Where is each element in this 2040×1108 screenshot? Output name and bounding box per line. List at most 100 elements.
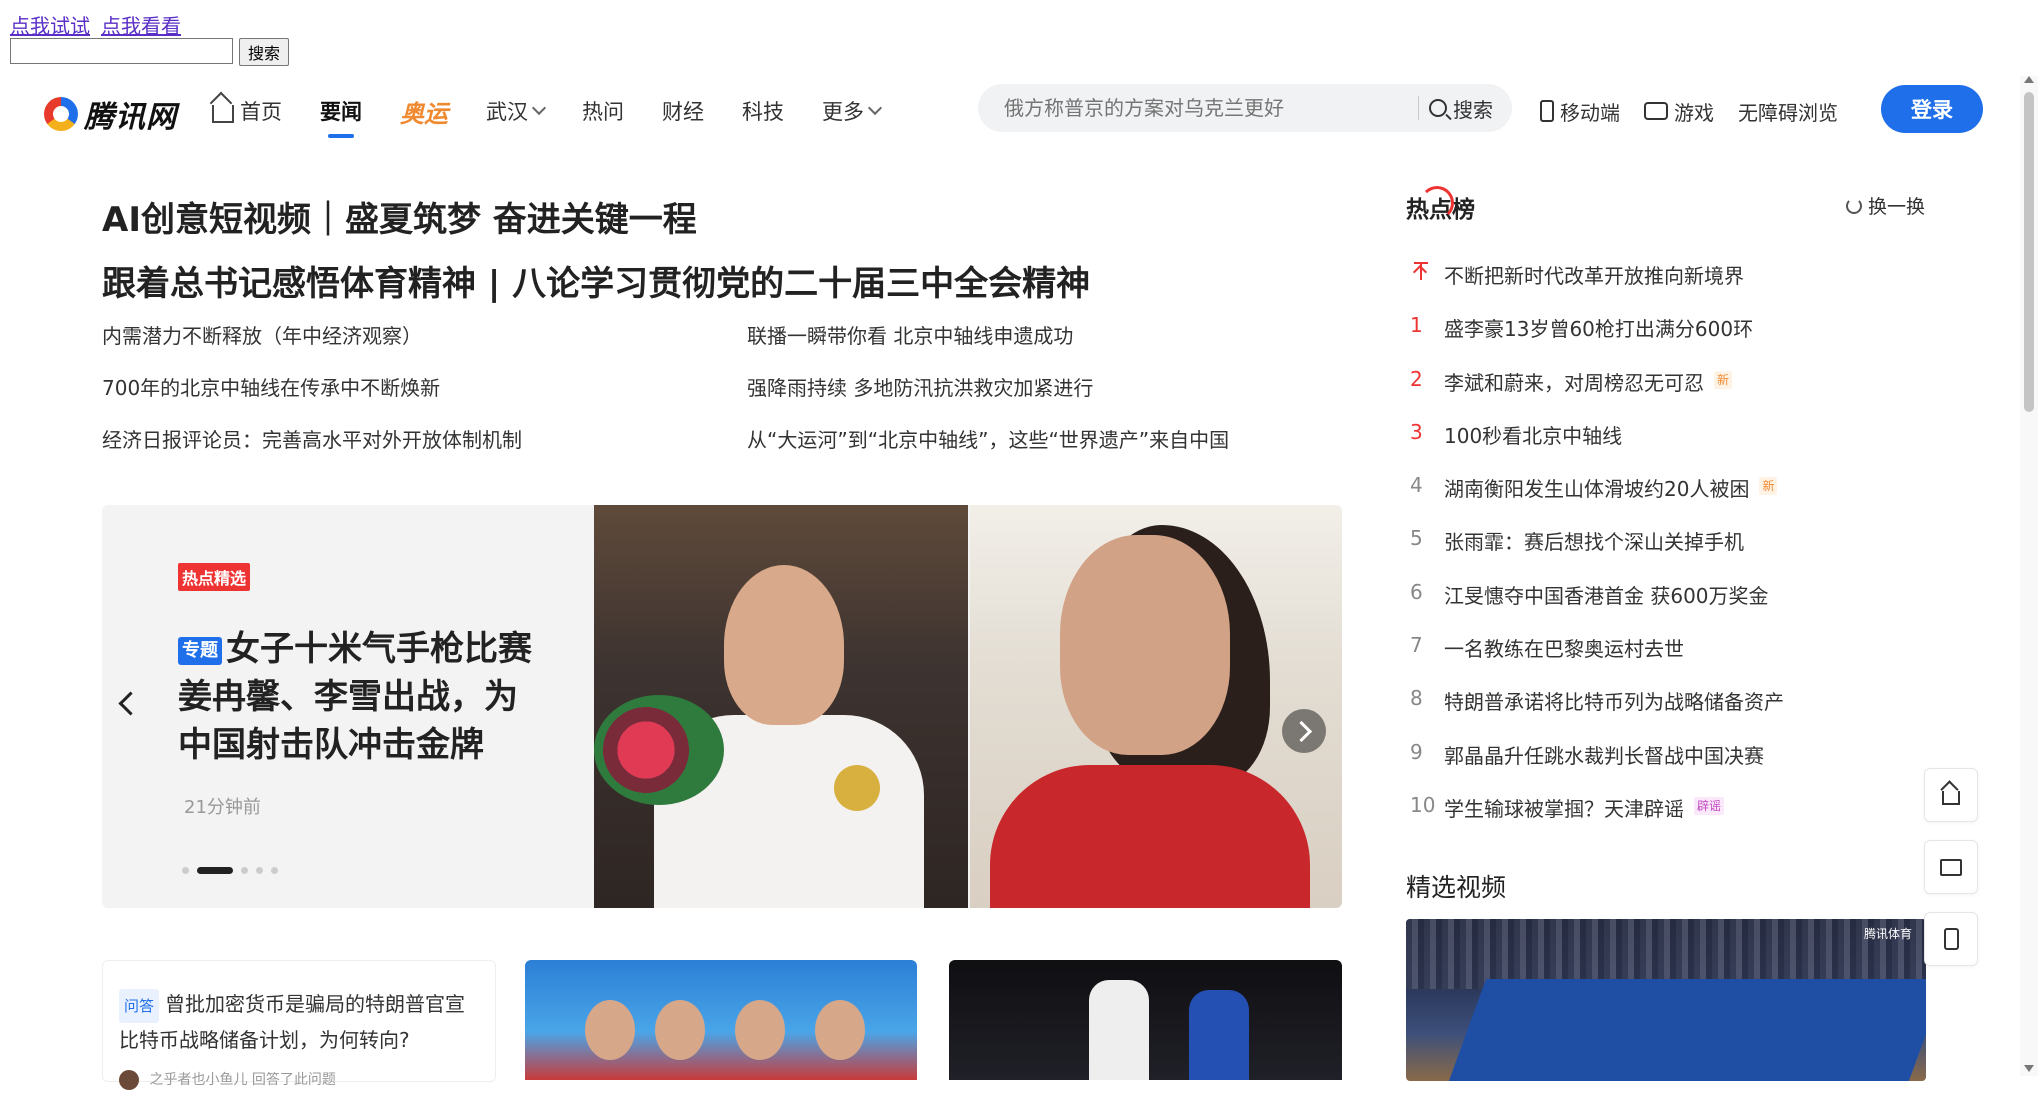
mobile-link[interactable]: 移动端: [1540, 97, 1620, 126]
debug-search-input[interactable]: [10, 38, 233, 64]
news-link[interactable]: 经济日报评论员：完善高水平对外开放体制机制: [102, 426, 747, 454]
hot-rank: 7: [1410, 633, 1423, 658]
news-link[interactable]: 内需潜力不断释放（年中经济观察）: [102, 322, 747, 350]
hot-item[interactable]: 6 江旻憓夺中国香港首金 获600万奖金: [1406, 580, 1926, 633]
hot-item[interactable]: 2 李斌和蔚来，对周榜忍无可忍 新: [1406, 367, 1926, 420]
carousel-time: 21分钟前: [184, 797, 261, 818]
pin-top-icon: [1414, 262, 1428, 280]
hot-item[interactable]: 9 郭晶晶升任跳水裁判长督战中国决赛: [1406, 740, 1926, 793]
nav-wuhan[interactable]: 武汉: [486, 96, 547, 126]
hot-item[interactable]: 8 特朗普承诺将比特币列为战略储备资产: [1406, 686, 1926, 739]
judo-image[interactable]: [949, 960, 1342, 1080]
carousel-title[interactable]: 专题 女子十米气手枪比赛姜冉馨、李雪出战，为中国射击队冲击金牌: [178, 625, 538, 769]
featured-video-thumbnail[interactable]: 腾讯体育: [1406, 919, 1926, 1081]
qa-action: 回答了此问题: [251, 1072, 336, 1088]
topic-badge: 专题: [178, 636, 222, 665]
news-link[interactable]: 强降雨持续 多地防汛抗洪救灾加紧进行: [747, 374, 1342, 402]
nav-finance[interactable]: 财经: [662, 96, 704, 126]
search-button[interactable]: 搜索: [1429, 94, 1493, 123]
hot-item[interactable]: 5 张雨霏：赛后想找个深山关掉手机: [1406, 526, 1926, 579]
nav-news[interactable]: 要闻: [320, 96, 362, 138]
news-link[interactable]: 从“大运河”到“北京中轴线”，这些“世界遗产”来自中国: [747, 426, 1342, 454]
avatar: [119, 1070, 139, 1090]
nav-more[interactable]: 更多: [822, 96, 883, 126]
hot-item[interactable]: 7 一名教练在巴黎奥运村去世: [1406, 633, 1926, 686]
news-link[interactable]: 700年的北京中轴线在传承中不断焕新: [102, 374, 747, 402]
nav-home-label: 首页: [240, 100, 282, 124]
search-box: 搜索: [978, 84, 1512, 132]
hot-list-title: 热点榜: [1406, 186, 1475, 224]
featured-video-title: 精选视频: [1406, 873, 1507, 902]
accessibility-link-label: 无障碍浏览: [1738, 100, 1838, 125]
refresh-button[interactable]: 换一换: [1846, 192, 1925, 219]
hot-rank: 9: [1410, 739, 1423, 764]
login-button[interactable]: 登录: [1881, 85, 1983, 133]
site-logo[interactable]: 腾讯网: [44, 92, 177, 136]
refresh-label: 换一换: [1868, 196, 1926, 218]
chevron-down-icon: [867, 100, 883, 116]
mobile-link-label: 移动端: [1560, 100, 1620, 125]
scrollbar-thumb[interactable]: [2024, 92, 2034, 412]
nav-news-label: 要闻: [320, 100, 362, 124]
nav-tech[interactable]: 科技: [742, 96, 784, 126]
page-scrollbar[interactable]: [2020, 76, 2038, 1076]
qa-card[interactable]: 问答 曾批加密货币是骗局的特朗普官宣比特币战略储备计划，为何转向? 之乎者也小鱼儿…: [102, 960, 496, 1090]
message-icon: [1940, 858, 1962, 876]
carousel-next-icon[interactable]: [1282, 709, 1326, 753]
hot-item-title: 江旻憓夺中国香港首金 获600万奖金: [1444, 583, 1769, 608]
search-button-label: 搜索: [1453, 97, 1493, 122]
look-link[interactable]: 点我看看: [101, 16, 181, 38]
scroll-up-icon[interactable]: [2024, 76, 2034, 83]
video-watermark: 腾讯体育: [1863, 927, 1912, 941]
photo-shape: [655, 1000, 705, 1060]
nav-more-label: 更多: [822, 100, 864, 124]
phone-icon: [1943, 928, 1959, 950]
debug-search-button[interactable]: 搜索: [239, 38, 290, 66]
carousel-prev-icon[interactable]: [118, 691, 143, 716]
floating-toolbar: [1924, 768, 1978, 984]
nav-home[interactable]: 首页: [212, 96, 282, 126]
hot-item[interactable]: 4 湖南衡阳发生山体滑坡约20人被困 新: [1406, 473, 1926, 526]
debug-search: 搜索: [10, 38, 290, 66]
headline-secondary[interactable]: 跟着总书记感悟体育精神 | 八论学习贯彻党的二十届三中全会精神: [102, 256, 1090, 305]
hot-item[interactable]: 3 100秒看北京中轴线: [1406, 420, 1926, 473]
featured-carousel: 热点精选 专题 女子十米气手枪比赛姜冉馨、李雪出战，为中国射击队冲击金牌 21分钟…: [102, 505, 1342, 908]
hot-rank: 4: [1410, 473, 1423, 498]
logo-text: 腾讯网: [84, 100, 177, 135]
news-link[interactable]: 联播一瞬带你看 北京中轴线申遗成功: [747, 322, 1342, 350]
try-link[interactable]: 点我试试: [10, 16, 90, 38]
right-nav: 移动端 游戏 无障碍浏览: [1540, 78, 1838, 144]
carousel-dot[interactable]: [271, 867, 278, 874]
games-link[interactable]: 游戏: [1644, 97, 1714, 126]
feed-cards: 问答 曾批加密货币是骗局的特朗普官宣比特币战略储备计划，为何转向? 之乎者也小鱼儿…: [102, 960, 1342, 1090]
float-feedback-button[interactable]: [1924, 840, 1978, 894]
hot-item-title: 郭晶晶升任跳水裁判长督战中国决赛: [1444, 743, 1764, 768]
hot-item-title: 盛李豪13岁曾60枪打出满分600环: [1444, 317, 1754, 342]
carousel-dot[interactable]: [241, 867, 248, 874]
swimmers-image[interactable]: [525, 960, 917, 1080]
float-mobile-button[interactable]: [1924, 912, 1978, 966]
scroll-down-icon[interactable]: [2024, 1065, 2034, 1072]
hot-item-title: 湖南衡阳发生山体滑坡约20人被困: [1444, 477, 1750, 502]
nav-hot-questions[interactable]: 热问: [582, 96, 624, 126]
nav-hot-questions-label: 热问: [582, 100, 624, 124]
accessibility-link[interactable]: 无障碍浏览: [1738, 97, 1838, 126]
home-icon: [212, 105, 234, 123]
float-home-button[interactable]: [1924, 768, 1978, 822]
carousel-dot[interactable]: [256, 867, 263, 874]
headline-primary[interactable]: AI创意短视频｜盛夏筑梦 奋进关键一程: [102, 192, 697, 241]
athlete-photo-gold[interactable]: [594, 505, 968, 908]
athlete-photo-portrait[interactable]: [970, 505, 1342, 908]
search-input[interactable]: [1002, 95, 1406, 121]
photo-shape: [1089, 980, 1149, 1080]
nav-olympics[interactable]: 奥运: [400, 94, 448, 129]
hot-rank: 1: [1410, 313, 1423, 338]
carousel-dot-active[interactable]: [197, 867, 233, 874]
carousel-dots: [182, 867, 278, 874]
hot-item[interactable]: 不断把新时代改革开放推向新境界: [1406, 260, 1926, 313]
hot-item[interactable]: 1 盛李豪13岁曾60枪打出满分600环: [1406, 313, 1926, 366]
hot-item[interactable]: 10 学生输球被掌掴？天津辟谣 辟谣: [1406, 793, 1926, 846]
qa-author[interactable]: 之乎者也小鱼儿: [149, 1072, 247, 1088]
carousel-dot[interactable]: [182, 867, 189, 874]
hot-rank: 2: [1410, 366, 1423, 391]
